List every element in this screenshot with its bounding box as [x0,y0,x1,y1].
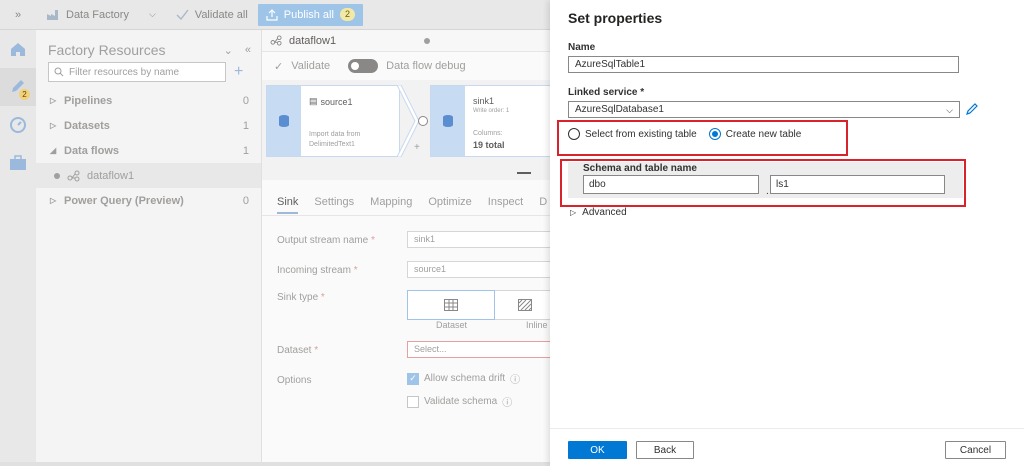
publish-count-badge: 2 [339,8,355,21]
checkbox-unchecked-icon [407,395,419,408]
sink-type-inline-label: Inline [526,320,548,330]
add-resource-icon[interactable]: + [234,63,243,81]
dataflow-icon [270,35,282,46]
output-stream-input[interactable]: sink1 [407,231,557,248]
incoming-stream-input[interactable]: source1 [407,261,557,278]
panel-footer: OK Back Cancel [550,428,1024,466]
inline-hatch-icon [517,299,532,311]
collapse-all-icon[interactable]: ⌄ [224,44,233,57]
collapse-pane-icon[interactable]: « [245,44,251,57]
cancel-button[interactable]: Cancel [945,441,1006,459]
advanced-expander[interactable]: ▷ Advanced [570,207,627,218]
allow-schema-drift-checkbox[interactable]: ✓ Allow schema drift ⓘ [407,371,520,386]
bottom-scroll-strip [0,462,550,466]
dataflow-canvas[interactable]: ▤ source1 Import data from DelimitedText1… [262,80,560,180]
sink-type-dataset-label: Dataset [436,320,468,330]
checkmark-icon [176,9,189,20]
data-factory-selector[interactable]: Data Factory ⌵ [36,0,166,30]
source-file-icon: ▤ [309,96,318,106]
ok-button[interactable]: OK [568,441,627,459]
edit-linked-service-icon[interactable] [965,102,979,116]
unsaved-dot-icon [424,37,431,44]
set-properties-panel: Set properties Name AzureSqlTable1 Linke… [550,0,1024,466]
highlight-radio-box [557,120,848,156]
tab-optimize[interactable]: Optimize [428,196,471,208]
validate-button[interactable]: Validate [291,60,330,72]
resource-power-query[interactable]: ▷ Power Query (Preview) 0 [36,188,261,213]
validate-schema-checkbox[interactable]: Validate schema ⓘ [407,394,512,409]
highlight-schema-box [560,159,966,207]
expand-rail-icon[interactable]: » [0,9,36,21]
dataset-select[interactable]: Select... [407,341,557,358]
connector-node [418,116,428,126]
left-rail: 2 [0,30,36,466]
name-input[interactable]: AzureSqlTable1 [568,56,959,73]
chevron-down-icon: ⌵ [946,105,953,115]
tab-settings[interactable]: Settings [314,196,354,208]
factory-resources-title: Factory Resources [48,42,166,58]
info-icon: ⓘ [510,375,521,386]
modified-dot-icon [54,172,60,179]
caret-right-icon: ▷ [50,96,57,105]
checkmark-icon: ✓ [274,60,284,73]
panel-title: Set properties [568,10,663,26]
source1-node[interactable]: ▤ source1 Import data from DelimitedText1 [266,85,400,157]
search-icon [54,67,64,77]
name-label: Name [568,42,596,53]
resource-dataflow1[interactable]: dataflow1 [36,163,261,188]
pane-splitter[interactable] [517,172,531,174]
caret-right-icon: ▷ [50,121,57,130]
linked-service-select[interactable]: AzureSqlDatabase1 ⌵ [568,101,960,118]
caret-down-icon: ◢ [50,146,57,155]
chevron-down-icon: ⌵ [148,9,156,19]
home-icon[interactable] [0,30,36,68]
sink-type-inline-option[interactable] [495,290,555,320]
add-transform-icon[interactable]: + [414,142,420,153]
tab-mapping[interactable]: Mapping [370,196,412,208]
factory-icon [47,9,58,20]
top-toolbar: » Data Factory ⌵ Validate all Publish al… [0,0,550,30]
filter-resources-input[interactable]: Filter resources by name [48,62,226,82]
pencil-badge: 2 [19,89,30,100]
tab-data-preview[interactable]: D [539,196,547,208]
editor-tab[interactable]: dataflow1 [262,30,550,52]
data-factory-label: Data Factory [66,8,129,21]
publish-all-button[interactable]: Publish all 2 [257,3,363,26]
table-grid-icon [444,299,458,311]
caret-right-icon: ▷ [570,208,577,217]
dataflow-editor: dataflow1 ✓ Validate Data flow debug ▤ so… [262,30,560,466]
resource-pipelines[interactable]: ▷ Pipelines 0 [36,88,261,113]
tab-inspect[interactable]: Inspect [488,196,523,208]
author-pencil-icon[interactable]: 2 [0,68,36,106]
tab-sink[interactable]: Sink [277,196,299,214]
sink-type-dataset-option[interactable] [407,290,495,320]
dataflow-icon [67,170,80,181]
sink1-node[interactable]: sink1 Write order: 1 Columns: 19 total [430,85,560,157]
monitor-icon[interactable] [0,106,36,144]
data-flow-debug-label: Data flow debug [386,60,466,72]
validate-all-button[interactable]: Validate all [166,0,258,30]
sink-settings-tabs: Sink Settings Mapping Optimize Inspect D [262,188,550,216]
resource-data-flows[interactable]: ◢ Data flows 1 [36,138,261,163]
source-db-icon [279,115,289,127]
caret-right-icon: ▷ [50,196,57,205]
resource-datasets[interactable]: ▷ Datasets 1 [36,113,261,138]
manage-toolbox-icon[interactable] [0,144,36,182]
checkbox-checked-icon: ✓ [407,372,419,385]
sink-db-icon [443,115,453,127]
factory-resources-pane: Factory Resources ⌄ « Filter resources b… [36,30,262,466]
tab-label: dataflow1 [289,34,337,47]
back-button[interactable]: Back [636,441,694,459]
upload-icon [266,8,278,21]
data-flow-debug-toggle[interactable] [348,59,379,73]
info-icon: ⓘ [502,398,513,409]
linked-service-label: Linked service * [568,87,645,98]
